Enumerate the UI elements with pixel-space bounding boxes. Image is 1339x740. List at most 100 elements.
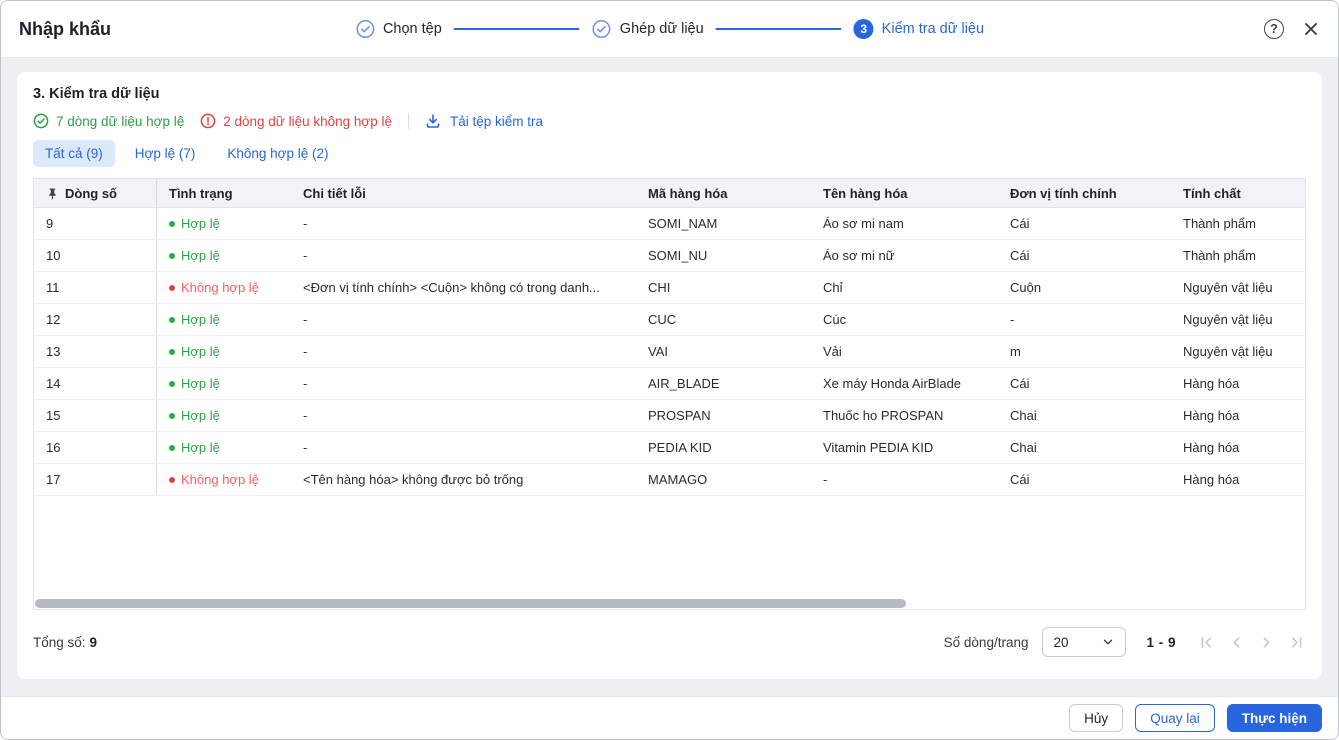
tab-valid[interactable]: Hợp lệ (7): [123, 140, 208, 167]
per-page-label: Số dòng/trang: [943, 634, 1029, 650]
column-header-error-detail: Chi tiết lỗi: [303, 185, 366, 201]
horizontal-scrollbar-thumb[interactable]: [35, 599, 906, 608]
vertical-divider: [408, 113, 409, 129]
cell-error-detail: -: [303, 408, 308, 423]
cell-item-name: Vitamin PEDIA KID: [823, 440, 934, 455]
table-empty-area: [34, 496, 1305, 598]
cell-line-number: 9: [34, 208, 157, 239]
cell-line-number: 16: [34, 432, 157, 463]
cell-line-number: 14: [34, 368, 157, 399]
cell-nature: Hàng hóa: [1183, 472, 1240, 487]
table-row: 14 Hợp lệ - AIR_BLADE Xe máy Honda AirBlade C…: [34, 368, 1305, 400]
invalid-rows-summary: 2 dòng dữ liệu không hợp lệ: [200, 113, 392, 129]
column-header-main-unit: Đơn vị tính chính: [1010, 185, 1117, 201]
valid-dot-icon: [169, 252, 175, 259]
column-header-item-code: Mã hàng hóa: [648, 185, 728, 201]
modal-footer: Hủy Quay lại Thực hiện: [1, 697, 1338, 739]
valid-dot-icon: [169, 316, 175, 323]
table-row: 10 Hợp lệ - SOMI_NU Áo sơ mi nữ Cái Thành phẩm: [34, 240, 1305, 272]
valid-dot-icon: [169, 380, 175, 387]
cancel-button[interactable]: Hủy: [1069, 704, 1124, 732]
next-page-icon[interactable]: [1256, 632, 1276, 652]
step-label: Ghép dữ liệu: [619, 21, 704, 37]
cell-main-unit: m: [1010, 344, 1021, 359]
cell-error-detail: -: [303, 216, 308, 231]
cell-status: Hợp lệ: [157, 304, 291, 335]
cell-error-detail: <Đơn vị tính chính> <Cuộn> không có tron…: [303, 280, 600, 295]
step-map-data[interactable]: Ghép dữ liệu: [592, 19, 704, 39]
per-page-value: 20: [1053, 634, 1069, 650]
import-stepper: Chọn tệp Ghép dữ liệu 3 Kiểm tra dữ liệu: [355, 1, 984, 57]
cell-line-number: 10: [34, 240, 157, 271]
step-done-check-icon: [355, 19, 375, 39]
table-row: 15 Hợp lệ - PROSPAN Thuốc ho PROSPAN Chai Hàng…: [34, 400, 1305, 432]
cell-status: Không hợp lệ: [157, 272, 291, 303]
status-label: Không hợp lệ: [181, 280, 259, 295]
prev-page-icon[interactable]: [1226, 632, 1246, 652]
cell-status: Hợp lệ: [157, 400, 291, 431]
valid-dot-icon: [169, 412, 175, 419]
column-header-nature: Tính chất: [1183, 185, 1241, 201]
status-label: Hợp lệ: [181, 216, 220, 231]
step-choose-file[interactable]: Chọn tệp: [355, 19, 442, 39]
cell-nature: Nguyên vật liệu: [1183, 280, 1273, 295]
valid-dot-icon: [169, 444, 175, 451]
cell-item-name: Thuốc ho PROSPAN: [823, 408, 944, 423]
cell-item-code: SOMI_NAM: [648, 216, 718, 231]
cell-item-code: PROSPAN: [648, 408, 711, 423]
status-label: Không hợp lệ: [181, 472, 259, 487]
page-range: 1 - 9: [1146, 634, 1176, 650]
cell-status: Hợp lệ: [157, 432, 291, 463]
first-page-icon[interactable]: [1196, 632, 1216, 652]
step-check-data[interactable]: 3 Kiểm tra dữ liệu: [853, 19, 984, 39]
download-check-file-link[interactable]: Tải tệp kiểm tra: [425, 113, 543, 129]
tab-all[interactable]: Tất cả (9): [33, 140, 115, 167]
cell-main-unit: Cái: [1010, 248, 1030, 263]
table-header-row: Dòng số Tình trạng Chi tiết lỗi Mã hàng …: [34, 179, 1305, 208]
cell-main-unit: Cái: [1010, 472, 1030, 487]
per-page-select[interactable]: 20: [1042, 627, 1127, 657]
filter-tabs: Tất cả (9) Hợp lệ (7) Không hợp lệ (2): [33, 140, 1306, 167]
cell-error-detail: -: [303, 440, 308, 455]
cell-error-detail: -: [303, 312, 308, 327]
cell-nature: Hàng hóa: [1183, 376, 1240, 391]
step-done-check-icon: [592, 19, 612, 39]
cell-item-name: -: [823, 472, 828, 487]
last-page-icon[interactable]: [1286, 632, 1306, 652]
cell-item-name: Xe máy Honda AirBlade: [823, 376, 962, 391]
cell-main-unit: Cái: [1010, 216, 1030, 231]
status-label: Hợp lệ: [181, 344, 220, 359]
pagination-controls: Số dòng/trang 20 1 - 9: [944, 627, 1306, 657]
cell-error-detail: -: [303, 248, 308, 263]
cell-nature: Thành phẩm: [1183, 248, 1256, 263]
back-button[interactable]: Quay lại: [1135, 704, 1215, 732]
cell-line-number: 13: [34, 336, 157, 367]
header-actions: ?: [1264, 19, 1320, 39]
cell-line-number: 12: [34, 304, 157, 335]
chevron-down-icon: [1101, 635, 1115, 649]
cell-nature: Hàng hóa: [1183, 440, 1240, 455]
cell-error-detail: -: [303, 344, 308, 359]
download-link-label: Tải tệp kiểm tra: [450, 113, 544, 129]
cell-item-name: Vải: [823, 344, 842, 359]
status-label: Hợp lệ: [181, 248, 220, 263]
total-count-value: 9: [89, 634, 98, 650]
valid-dot-icon: [169, 220, 175, 227]
cell-nature: Thành phẩm: [1183, 216, 1256, 231]
import-modal: Nhập khẩu Chọn tệp Ghép dữ liệu 3 Kiểm t…: [0, 0, 1339, 740]
invalid-dot-icon: [169, 476, 175, 483]
section-title: 3. Kiểm tra dữ liệu: [33, 86, 160, 102]
cell-item-name: Cúc: [823, 312, 847, 327]
cell-line-number: 17: [34, 464, 157, 495]
close-icon[interactable]: [1302, 20, 1320, 38]
cell-item-name: Áo sơ mi nữ: [823, 248, 895, 263]
cell-main-unit: Cái: [1010, 376, 1030, 391]
check-circle-icon: [33, 113, 49, 129]
tab-invalid[interactable]: Không hợp lệ (2): [215, 140, 340, 167]
column-header-status: Tình trạng: [169, 185, 233, 201]
submit-button[interactable]: Thực hiện: [1226, 704, 1322, 732]
help-icon[interactable]: ?: [1264, 19, 1284, 39]
cell-status: Hợp lệ: [157, 336, 291, 367]
table-row: 13 Hợp lệ - VAI Vải m Nguyên vật liệu: [34, 336, 1305, 368]
download-icon: [425, 113, 441, 129]
